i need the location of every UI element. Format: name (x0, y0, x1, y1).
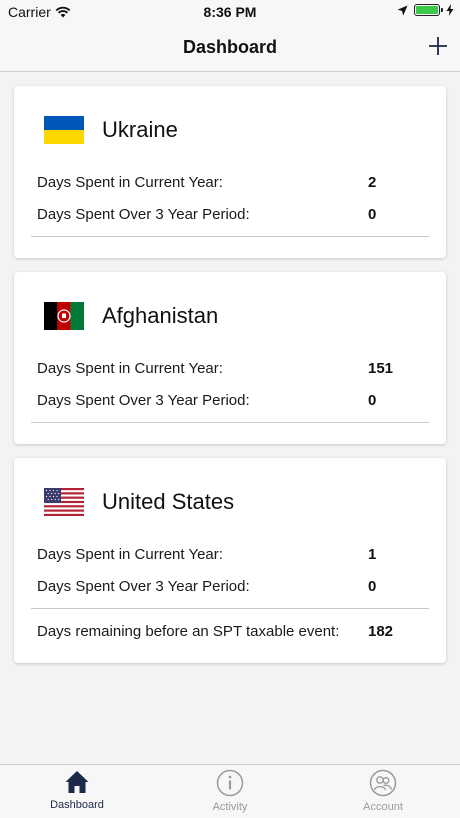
country-name: United States (102, 489, 235, 514)
home-icon (65, 771, 89, 793)
card-header: Ukraine (44, 116, 178, 144)
tab-label: Account (363, 801, 403, 813)
status-time: 8:36 PM (203, 4, 257, 20)
location-arrow-icon (397, 5, 408, 15)
card-divider (31, 608, 429, 609)
status-icons (397, 4, 454, 16)
current-year-value: 2 (368, 174, 377, 191)
current-year-label: Days Spent in Current Year: (37, 546, 223, 563)
battery-icon (414, 4, 443, 16)
page-title: Dashboard (182, 37, 278, 57)
three-year-value: 0 (368, 392, 377, 409)
ukraine-flag-icon (44, 116, 84, 144)
tab-dashboard[interactable]: Dashboard (22, 769, 132, 811)
afghanistan-flag-icon (44, 302, 84, 330)
country-card-united-states[interactable]: United States Days Spent in Current Year… (14, 458, 446, 663)
tab-bar: Dashboard Activity Account (0, 764, 460, 818)
current-year-label: Days Spent in Current Year: (37, 360, 223, 377)
battery-level (416, 6, 438, 14)
country-card-afghanistan[interactable]: Afghanistan Days Spent in Current Year: … (14, 272, 446, 444)
current-year-value: 151 (368, 360, 394, 377)
card-header: Afghanistan (44, 302, 218, 330)
tab-account[interactable]: Account (328, 769, 438, 813)
tab-label: Activity (212, 801, 248, 813)
three-year-value: 0 (368, 578, 377, 595)
country-name: Ukraine (102, 117, 178, 142)
three-year-label: Days Spent Over 3 Year Period: (37, 392, 250, 409)
three-year-value: 0 (368, 206, 377, 223)
charging-bolt-icon (446, 4, 454, 16)
card-divider (31, 422, 429, 423)
usa-flag-icon (44, 488, 84, 516)
card-divider (31, 236, 429, 237)
card-header: United States (44, 488, 234, 516)
tab-activity[interactable]: Activity (175, 769, 285, 813)
current-year-value: 1 (368, 546, 377, 563)
spt-remaining-label: Days remaining before an SPT taxable eve… (37, 623, 340, 640)
navigation-bar: Dashboard (0, 24, 460, 72)
info-icon (216, 769, 244, 797)
plus-icon[interactable] (426, 34, 450, 58)
three-year-label: Days Spent Over 3 Year Period: (37, 578, 250, 595)
current-year-label: Days Spent in Current Year: (37, 174, 223, 191)
tab-label: Dashboard (50, 799, 104, 811)
spt-remaining-value: 182 (368, 623, 394, 640)
three-year-label: Days Spent Over 3 Year Period: (37, 206, 250, 223)
status-bar: Carrier 8:36 PM (0, 0, 460, 24)
account-icon (369, 769, 397, 797)
country-name: Afghanistan (102, 303, 219, 328)
country-card-ukraine[interactable]: Ukraine Days Spent in Current Year: 2 Da… (14, 86, 446, 258)
